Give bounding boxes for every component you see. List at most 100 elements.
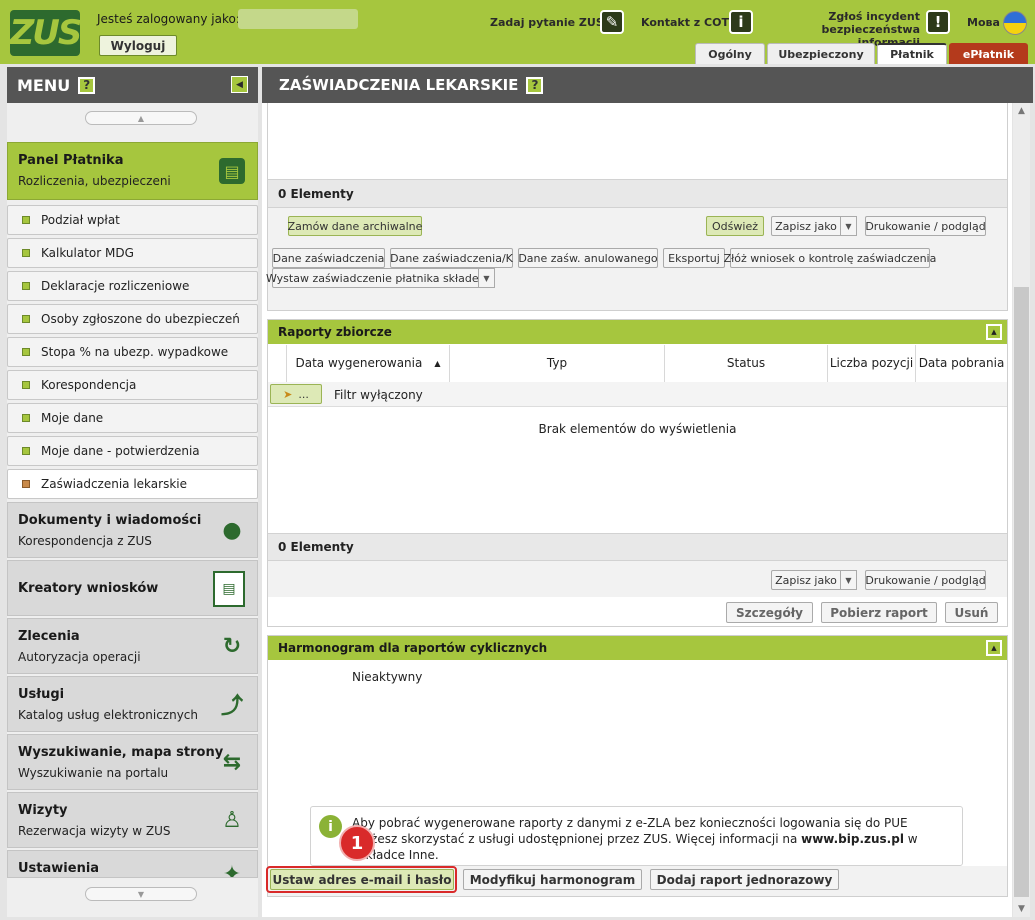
ask-zus-link[interactable]: Zadaj pytanie ZUS — [490, 16, 604, 29]
sidebar-item-podzial-wplat[interactable]: Podział wpłat — [7, 205, 258, 235]
refresh-button[interactable]: Odśwież — [706, 216, 764, 236]
tab-ogolny[interactable]: Ogólny — [695, 43, 765, 64]
issue-payer-certificate-button[interactable]: Wystaw zaświadczenie płatnika składek — [266, 268, 485, 288]
chat-icon[interactable]: ✎ — [600, 10, 624, 34]
reports-save-as-button[interactable]: Zapisz jako — [771, 570, 841, 590]
add-one-time-report-button[interactable]: Dodaj raport jednorazowy — [650, 869, 839, 890]
sidebar-panel-platnika[interactable]: Panel Płatnika Rozliczenia, ubezpieczeni… — [7, 142, 258, 200]
sidebar-section-kreatory[interactable]: Kreatory wniosków ▤ — [7, 560, 258, 616]
print-preview-button[interactable]: Drukowanie / podgląd — [865, 216, 986, 236]
schedule-status: Nieaktywny — [352, 670, 423, 684]
column-status[interactable]: Status — [665, 345, 828, 382]
column-data-pobrania[interactable]: Data pobrania — [916, 345, 1007, 382]
reports-title: Raporty zbiorcze — [278, 325, 392, 339]
tab-platnik[interactable]: Płatnik — [877, 43, 947, 64]
scroll-up-icon[interactable]: ▲ — [1014, 104, 1029, 118]
details-button[interactable]: Szczegóły — [726, 602, 813, 623]
certificates-count: 0 Elementy — [278, 186, 354, 201]
username-redacted — [238, 9, 358, 29]
document-stack-icon: ▤ — [219, 158, 245, 184]
incident-line1: Zgłoś incydent — [828, 10, 920, 23]
info-circle-icon: i — [319, 815, 342, 838]
tab-ubezpieczony[interactable]: Ubezpieczony — [767, 43, 875, 64]
section-name: Ustawienia — [18, 861, 100, 876]
sidebar-item-korespondencja[interactable]: Korespondencja — [7, 370, 258, 400]
sync-icon: ⇆ — [222, 749, 242, 775]
collapse-up-icon[interactable]: ▲ — [986, 324, 1002, 340]
section-sub: Wyszukiwanie na portalu — [18, 766, 169, 780]
save-as-button[interactable]: Zapisz jako — [771, 216, 841, 236]
bullet-icon — [22, 315, 30, 323]
section-sub: Katalog usług elektronicznych — [18, 708, 198, 722]
sidebar-section-uslugi[interactable]: Usługi Katalog usług elektronicznych ⤴ — [7, 676, 258, 732]
info-text: Aby pobrać wygenerowane raporty z danymi… — [352, 815, 952, 863]
sidebar-section-wizyty[interactable]: Wizyty Rezerwacja wizyty w ZUS ♙ — [7, 792, 258, 848]
step-badge: 1 — [339, 825, 375, 861]
sidebar-item-kalkulator-mdg[interactable]: Kalkulator MDG — [7, 238, 258, 268]
sidebar-item-label: Podział wpłat — [41, 213, 120, 227]
bip-link[interactable]: www.bip.zus.pl — [801, 832, 904, 846]
sidebar-item-moje-dane-potwierdzenia[interactable]: Moje dane - potwierdzenia — [7, 436, 258, 466]
scrollbar-thumb[interactable] — [1014, 287, 1029, 897]
reports-count: 0 Elementy — [278, 540, 354, 554]
sidebar-item-label: Deklaracje rozliczeniowe — [41, 279, 190, 293]
sidebar-item-label: Kalkulator MDG — [41, 246, 134, 260]
set-email-password-button[interactable]: Ustaw adres e-mail i hasło — [270, 869, 454, 890]
sidebar-section-wyszukiwanie[interactable]: Wyszukiwanie, mapa strony Wyszukiwanie n… — [7, 734, 258, 790]
section-name: Usługi — [18, 687, 65, 702]
certificate-data-k-button[interactable]: Dane zaświadczenia/K — [390, 248, 513, 268]
menu-header: MENU ? — [7, 67, 258, 103]
reports-save-as-dropdown-icon[interactable]: ▼ — [841, 570, 857, 590]
control-request-button[interactable]: Złóż wniosek o kontrolę zaświadczenia — [724, 248, 936, 268]
ukraine-flag-icon[interactable] — [1003, 11, 1027, 35]
tab-eplatnik[interactable]: ePłatnik — [949, 43, 1028, 64]
reports-print-preview-button[interactable]: Drukowanie / podgląd — [865, 570, 986, 590]
section-name: Dokumenty i wiadomości — [18, 513, 202, 528]
logout-button[interactable]: Wyloguj — [99, 35, 177, 56]
download-report-button[interactable]: Pobierz raport — [821, 602, 937, 623]
contact-cot-link[interactable]: Kontakt z COT — [641, 16, 729, 29]
delete-button[interactable]: Usuń — [945, 602, 998, 623]
cancelled-certificate-button[interactable]: Dane zaśw. anulowanego — [518, 248, 658, 268]
page-help-icon[interactable]: ? — [526, 76, 544, 94]
bullet-icon — [22, 447, 30, 455]
section-name: Wyszukiwanie, mapa strony — [18, 745, 224, 760]
section-name: Wizyty — [18, 803, 68, 818]
certificate-data-button[interactable]: Dane zaświadczenia — [272, 248, 385, 268]
sidebar-item-deklaracje[interactable]: Deklaracje rozliczeniowe — [7, 271, 258, 301]
alert-icon[interactable]: ! — [926, 10, 950, 34]
sidebar-section-dokumenty[interactable]: Dokumenty i wiadomości Korespondencja z … — [7, 502, 258, 558]
select-column-header — [268, 345, 287, 382]
empty-message: Brak elementów do wyświetlenia — [538, 422, 737, 436]
language-label[interactable]: Мова — [967, 16, 1000, 29]
order-archive-button[interactable]: Zamów dane archiwalne — [288, 216, 422, 236]
column-typ[interactable]: Typ — [450, 345, 665, 382]
menu-scroll-up-button[interactable]: ▲ — [85, 111, 197, 125]
export-button[interactable]: Eksportuj — [663, 248, 725, 268]
sidebar-item-osoby[interactable]: Osoby zgłoszone do ubezpieczeń — [7, 304, 258, 334]
menu-help-icon[interactable]: ? — [78, 76, 96, 94]
zus-logo[interactable]: ZUS — [10, 10, 82, 56]
schedule-collapse-up-icon[interactable]: ▲ — [986, 640, 1002, 656]
sidebar-item-moje-dane[interactable]: Moje dane — [7, 403, 258, 433]
sidebar-item-stopa[interactable]: Stopa % na ubezp. wypadkowe — [7, 337, 258, 367]
column-data-wygenerowania[interactable]: Data wygenerowania ▲ — [287, 345, 450, 382]
menu-scroll-down-button[interactable]: ▼ — [85, 887, 197, 901]
sidebar-section-ustawienia[interactable]: Ustawienia ✦ — [7, 850, 258, 878]
sidebar-item-label: Osoby zgłoszone do ubezpieczeń — [41, 312, 240, 326]
info-line1: Aby pobrać wygenerowane raporty z danymi… — [352, 816, 908, 830]
page-title-bar: ZAŚWIADCZENIA LEKARSKIE ? — [262, 67, 1033, 103]
sidebar-item-label: Moje dane — [41, 411, 104, 425]
sidebar-item-zaswiadczenia[interactable]: Zaświadczenia lekarskie — [7, 469, 258, 499]
menu-title: MENU — [17, 75, 71, 95]
logged-in-label: Jesteś zalogowany jako: — [97, 12, 240, 26]
save-as-dropdown-icon[interactable]: ▼ — [841, 216, 857, 236]
scroll-down-icon[interactable]: ▼ — [1014, 902, 1029, 916]
info-icon[interactable]: i — [729, 10, 753, 34]
sidebar-section-zlecenia[interactable]: Zlecenia Autoryzacja operacji ↻ — [7, 618, 258, 674]
filter-button[interactable]: ➤... — [270, 384, 322, 404]
modify-schedule-button[interactable]: Modyfikuj harmonogram — [463, 869, 642, 890]
collapse-left-icon[interactable]: ◀ — [231, 76, 248, 93]
column-liczba-pozycji[interactable]: Liczba pozycji — [828, 345, 916, 382]
issue-dropdown-icon[interactable]: ▼ — [479, 268, 495, 288]
